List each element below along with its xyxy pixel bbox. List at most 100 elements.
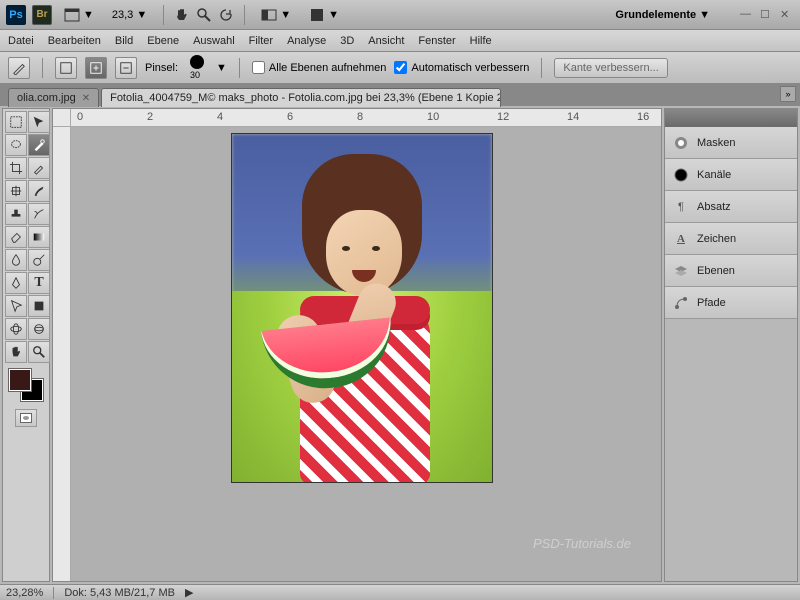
document-tab-label: Fotolia_4004759_M© maks_photo - Fotolia.… <box>110 92 501 104</box>
panel-grip[interactable] <box>665 109 797 127</box>
brush-label: Pinsel: <box>145 62 178 74</box>
zoom-tool-icon[interactable] <box>196 7 212 23</box>
shape-tool-icon[interactable] <box>28 295 50 317</box>
status-info-dropdown-icon[interactable]: ▶ <box>185 586 193 599</box>
panel-label: Pfade <box>697 297 726 309</box>
brush-size-value: 30 <box>190 70 200 80</box>
menu-bar: Datei Bearbeiten Bild Ebene Auswahl Filt… <box>0 30 800 52</box>
status-bar: 23,28% Dok: 5,43 MB/21,7 MB ▶ <box>0 584 800 600</box>
menu-hilfe[interactable]: Hilfe <box>470 35 492 47</box>
brush-preset-picker[interactable]: 30 <box>186 55 208 81</box>
quick-select-new-icon[interactable] <box>85 57 107 79</box>
rotate-view-icon[interactable] <box>218 7 234 23</box>
blur-tool-icon[interactable] <box>5 249 27 271</box>
quick-select-add-icon[interactable] <box>55 57 77 79</box>
menu-analyse[interactable]: Analyse <box>287 35 326 47</box>
ps-logo-icon[interactable]: Ps <box>6 5 26 25</box>
quick-select-subtract-icon[interactable] <box>115 57 137 79</box>
menu-datei[interactable]: Datei <box>8 35 34 47</box>
options-bar: Pinsel: 30 ▼ Alle Ebenen aufnehmen Autom… <box>0 52 800 84</box>
status-doc-info[interactable]: Dok: 5,43 MB/21,7 MB <box>64 587 175 599</box>
document-canvas[interactable]: PSD-Tutorials.de <box>71 127 661 581</box>
channels-icon <box>673 167 689 183</box>
tab-scroll-right-icon[interactable]: » <box>780 86 796 102</box>
horizontal-ruler[interactable]: 0 2 4 6 8 10 12 14 16 <box>71 109 661 127</box>
menu-bild[interactable]: Bild <box>115 35 133 47</box>
bridge-logo-icon[interactable]: Br <box>32 5 52 25</box>
quick-selection-tool-icon[interactable] <box>28 134 50 156</box>
3d-rotate-tool-icon[interactable] <box>5 318 27 340</box>
panel-character[interactable]: A Zeichen <box>665 223 797 255</box>
watermark-text: PSD-Tutorials.de <box>533 536 631 551</box>
color-swatches[interactable] <box>5 369 47 405</box>
gradient-tool-icon[interactable] <box>28 226 50 248</box>
zoom-tool-icon[interactable] <box>28 341 50 363</box>
hand-tool-icon[interactable] <box>5 341 27 363</box>
panel-paths[interactable]: Pfade <box>665 287 797 319</box>
maximize-button[interactable]: ☐ <box>760 8 774 22</box>
path-selection-tool-icon[interactable] <box>5 295 27 317</box>
menu-bearbeiten[interactable]: Bearbeiten <box>48 35 101 47</box>
move-tool-icon[interactable] <box>28 111 50 133</box>
auto-enhance-checkbox[interactable]: Automatisch verbessern <box>394 61 529 74</box>
healing-brush-tool-icon[interactable] <box>5 180 27 202</box>
vertical-ruler[interactable] <box>53 127 71 581</box>
zoom-level-dropdown[interactable]: 23,3 ▼ <box>106 7 153 23</box>
pen-tool-icon[interactable] <box>5 272 27 294</box>
dodge-tool-icon[interactable] <box>28 249 50 271</box>
arrange-dropdown[interactable]: ▼ <box>303 5 345 25</box>
history-brush-tool-icon[interactable] <box>28 203 50 225</box>
hand-tool-icon[interactable] <box>174 7 190 23</box>
crop-tool-icon[interactable] <box>5 157 27 179</box>
quick-mask-button[interactable] <box>15 409 37 427</box>
canvas-area: 0 2 4 6 8 10 12 14 16 <box>52 108 662 582</box>
sample-all-layers-checkbox[interactable]: Alle Ebenen aufnehmen <box>252 61 386 74</box>
menu-ansicht[interactable]: Ansicht <box>368 35 404 47</box>
auto-enhance-label: Automatisch verbessern <box>411 62 529 74</box>
document-tab-active[interactable]: Fotolia_4004759_M© maks_photo - Fotolia.… <box>101 88 501 107</box>
panel-label: Masken <box>697 137 736 149</box>
workspace-dropdown[interactable]: Grundelemente ▼ <box>609 7 716 23</box>
stamp-tool-icon[interactable] <box>5 203 27 225</box>
panel-masks[interactable]: Masken <box>665 127 797 159</box>
eraser-tool-icon[interactable] <box>5 226 27 248</box>
top-toolbar: Ps Br ▼ 23,3 ▼ ▼ ▼ Grundelemente ▼ — ☐ ✕ <box>0 0 800 30</box>
menu-fenster[interactable]: Fenster <box>418 35 455 47</box>
refine-edge-button[interactable]: Kante verbessern... <box>554 58 667 78</box>
brush-tool-icon[interactable] <box>28 180 50 202</box>
eyedropper-tool-icon[interactable] <box>28 157 50 179</box>
image-content <box>231 133 493 483</box>
panel-label: Kanäle <box>697 169 731 181</box>
menu-ebene[interactable]: Ebene <box>147 35 179 47</box>
status-zoom[interactable]: 23,28% <box>6 587 43 599</box>
workspace-label: Grundelemente <box>615 9 696 21</box>
panel-paragraph[interactable]: ¶ Absatz <box>665 191 797 223</box>
panel-label: Ebenen <box>697 265 735 277</box>
minimize-button[interactable]: — <box>740 8 754 22</box>
panel-layers[interactable]: Ebenen <box>665 255 797 287</box>
character-icon: A <box>673 231 689 247</box>
menu-auswahl[interactable]: Auswahl <box>193 35 235 47</box>
tool-preset-dropdown[interactable] <box>8 57 30 79</box>
3d-orbit-tool-icon[interactable] <box>28 318 50 340</box>
right-panels: Masken Kanäle ¶ Absatz A Zeichen Ebenen … <box>664 108 798 582</box>
panel-label: Absatz <box>697 201 731 213</box>
marquee-tool-icon[interactable] <box>5 111 27 133</box>
paths-icon <box>673 295 689 311</box>
zoom-level-value: 23,3 <box>112 9 133 21</box>
layout-dropdown[interactable]: ▼ <box>58 5 100 25</box>
menu-filter[interactable]: Filter <box>249 35 273 47</box>
ruler-origin[interactable] <box>53 109 71 127</box>
close-button[interactable]: ✕ <box>780 8 794 22</box>
close-icon[interactable]: ✕ <box>82 93 90 104</box>
masks-icon <box>673 135 689 151</box>
foreground-color-swatch[interactable] <box>9 369 31 391</box>
lasso-tool-icon[interactable] <box>5 134 27 156</box>
paragraph-icon: ¶ <box>673 199 689 215</box>
document-tab[interactable]: olia.com.jpg ✕ <box>8 88 99 107</box>
panel-channels[interactable]: Kanäle <box>665 159 797 191</box>
layers-icon <box>673 263 689 279</box>
menu-3d[interactable]: 3D <box>340 35 354 47</box>
type-tool-icon[interactable]: T <box>28 272 50 294</box>
screen-mode-dropdown[interactable]: ▼ <box>255 5 297 25</box>
